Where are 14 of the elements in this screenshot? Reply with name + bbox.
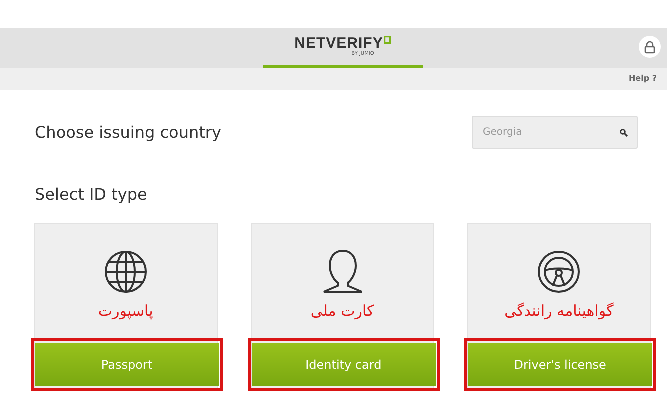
- id-type-button[interactable]: Driver's license: [468, 343, 652, 386]
- help-link[interactable]: Help ?: [628, 73, 657, 85]
- annotation-label: گواهینامه رانندگی: [504, 304, 614, 319]
- id-type-button[interactable]: Identity card: [252, 343, 436, 386]
- search-icon: [620, 129, 628, 137]
- section-label: Select ID type: [35, 185, 148, 204]
- lock-icon: [639, 36, 661, 58]
- country-label: Choose issuing country: [35, 122, 222, 144]
- logo-mark-icon: [384, 36, 392, 44]
- annotation-label: پاسپورت: [98, 304, 154, 319]
- id-type-button[interactable]: Passport: [35, 343, 219, 386]
- country-search-field[interactable]: Georgia: [472, 116, 638, 149]
- annotation-label: کارت ملی: [310, 304, 374, 319]
- logo-text: NETVERIFY: [294, 36, 384, 51]
